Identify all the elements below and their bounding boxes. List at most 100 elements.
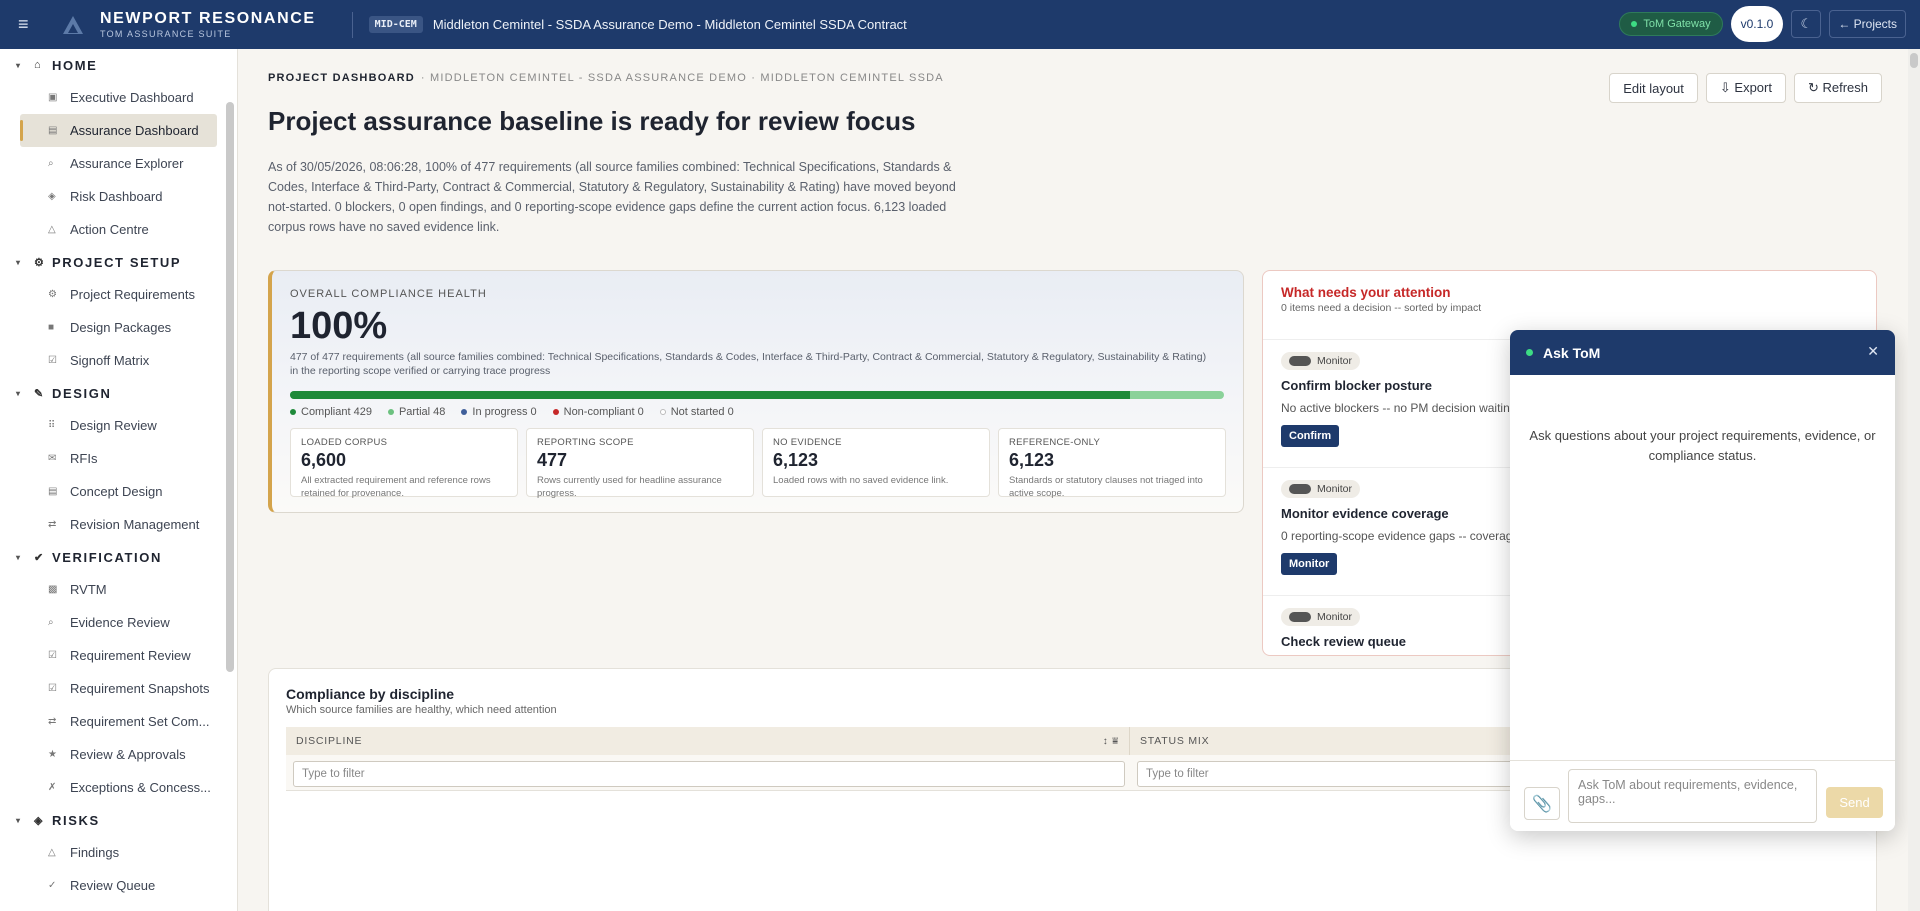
sidebar-item-assurance-dashboard[interactable]: ▤ Assurance Dashboard — [20, 114, 217, 147]
sidebar-item-evidence-review[interactable]: ⌕ Evidence Review — [20, 606, 217, 639]
nav-section-risks[interactable]: ▾ ◈ RISKS — [0, 804, 237, 836]
chat-input[interactable] — [1568, 769, 1817, 823]
sidebar-item-findings[interactable]: △ Findings — [20, 836, 217, 869]
nav-item-icon: ⠿ — [48, 420, 56, 431]
window-scrollbar[interactable] — [1908, 49, 1920, 911]
nav-item-icon: ⇄ — [48, 716, 57, 727]
caret-down-icon: ▾ — [16, 552, 22, 562]
nav-item-icon: ■ — [48, 322, 55, 333]
nav-section-design[interactable]: ▾ ✎ DESIGN — [0, 377, 237, 409]
kpi-card: LOADED CORPUS 6,600 All extracted requirem… — [290, 428, 518, 499]
nav-item-icon: ⌕ — [48, 158, 54, 169]
export-button[interactable]: ⇩ Export — [1705, 73, 1786, 103]
column-filter-input[interactable] — [293, 761, 1125, 787]
gateway-status[interactable]: ToM Gateway — [1619, 12, 1723, 36]
sidebar-item-label: Findings — [70, 845, 120, 860]
brand-logo — [60, 12, 86, 38]
sidebar-scrollbar[interactable] — [226, 102, 234, 672]
caret-down-icon: ▾ — [16, 815, 22, 825]
nav-item-icon: ⌕ — [48, 617, 54, 628]
legend-label: Not started 0 — [670, 406, 734, 418]
kpi-card: REFERENCE-ONLY 6,123 Standards or statutor… — [998, 428, 1226, 499]
sidebar-nav: ▾ ⌂ HOME ▣ Executive Dashboard ▤ Assurance Das… — [0, 49, 237, 902]
nav-section-project-setup[interactable]: ▾ ⚙ PROJECT SETUP — [0, 246, 237, 278]
compliance-progress-fill — [290, 391, 1130, 399]
sidebar-item-requirement-set-com[interactable]: ⇄ Requirement Set Com... — [20, 705, 217, 738]
gateway-label: ToM Gateway — [1643, 18, 1711, 30]
divider — [351, 11, 353, 38]
sidebar-item-label: Action Centre — [70, 222, 149, 237]
sidebar-item-assurance-explorer[interactable]: ⌕ Assurance Explorer — [20, 147, 217, 180]
nav-section-verification[interactable]: ▾ ✔ VERIFICATION — [0, 541, 237, 573]
projects-button[interactable]: ← Projects — [1829, 10, 1906, 38]
sidebar-item-label: Exceptions & Concess... — [70, 780, 211, 795]
nav-section-home[interactable]: ▾ ⌂ HOME — [0, 49, 237, 81]
close-icon[interactable]: ✕ — [1867, 343, 1879, 360]
brand-name: NEWPORT RESONANCE — [100, 9, 316, 27]
sidebar-item-exceptions-concess[interactable]: ✗ Exceptions & Concess... — [20, 771, 217, 804]
attention-action-button[interactable]: Monitor — [1281, 553, 1338, 575]
nav-item-icon: ☑ — [48, 650, 57, 661]
attach-icon[interactable]: 📎 — [1524, 787, 1560, 820]
status-badge: Monitor — [1281, 480, 1361, 498]
nav-item-icon: ★ — [48, 749, 57, 760]
sidebar-item-signoff-matrix[interactable]: ☑ Signoff Matrix — [20, 344, 217, 377]
sidebar-item-risk-dashboard[interactable]: ◈ Risk Dashboard — [20, 180, 217, 213]
legend-dot-icon — [659, 409, 666, 415]
chat-header: Ask ToM ✕ — [1510, 330, 1895, 375]
sidebar-item-label: Concept Design — [70, 484, 163, 499]
column-header-label: DISCIPLINE — [296, 735, 363, 747]
sidebar-item-concept-design[interactable]: ▤ Concept Design — [20, 475, 217, 508]
sidebar: ▾ ⌂ HOME ▣ Executive Dashboard ▤ Assurance Das… — [0, 49, 238, 911]
version-badge[interactable]: v0.1.0 — [1730, 6, 1784, 42]
online-dot-icon — [1526, 349, 1533, 356]
section-label: PROJECT SETUP — [52, 254, 182, 270]
section-label: VERIFICATION — [52, 549, 162, 565]
nav-item-icon: ✗ — [48, 782, 57, 793]
sidebar-item-review-queue[interactable]: ✓ Review Queue — [20, 869, 217, 902]
sidebar-item-review-approvals[interactable]: ★ Review & Approvals — [20, 738, 217, 771]
sidebar-item-project-requirements[interactable]: ⚙ Project Requirements — [20, 278, 217, 311]
ask-tom-panel: Ask ToM ✕ Ask questions about your proje… — [1510, 330, 1895, 831]
sidebar-item-label: Risk Dashboard — [70, 189, 163, 204]
legend-item: Partial 48 — [387, 406, 445, 418]
sidebar-item-label: Assurance Explorer — [70, 156, 184, 171]
sidebar-item-rvtm[interactable]: ▩ RVTM — [20, 573, 217, 606]
caret-down-icon: ▾ — [16, 257, 22, 267]
badge-label: Monitor — [1317, 611, 1353, 623]
sort-filter-icon[interactable]: ↕ ⩸ — [1103, 736, 1119, 747]
nav-item-icon: ☑ — [48, 683, 57, 694]
legend-dot-icon — [290, 409, 296, 415]
sidebar-item-label: Requirement Set Com... — [70, 714, 210, 729]
section-label: RISKS — [52, 812, 100, 828]
sidebar-item-label: Signoff Matrix — [70, 353, 150, 368]
attention-action-button[interactable]: Confirm — [1281, 425, 1340, 447]
refresh-button[interactable]: ↻ Refresh — [1793, 73, 1882, 103]
breadcrumb-rest: · MIDDLETON CEMINTEL - SSDA ASSURANCE DE… — [420, 72, 944, 84]
sidebar-item-revision-management[interactable]: ⇄ Revision Management — [20, 508, 217, 541]
sidebar-item-design-review[interactable]: ⠿ Design Review — [20, 409, 217, 442]
sidebar-item-executive-dashboard[interactable]: ▣ Executive Dashboard — [20, 81, 217, 114]
menu-icon[interactable]: ≡ — [18, 14, 52, 35]
sidebar-item-rfis[interactable]: ✉ RFIs — [20, 442, 217, 475]
sidebar-item-label: Assurance Dashboard — [70, 123, 199, 138]
sidebar-item-action-centre[interactable]: △ Action Centre — [20, 213, 217, 246]
sidebar-item-requirement-snapshots[interactable]: ☑ Requirement Snapshots — [20, 672, 217, 705]
sidebar-item-requirement-review[interactable]: ☑ Requirement Review — [20, 639, 217, 672]
send-button[interactable]: Send — [1826, 787, 1883, 818]
sidebar-item-label: Project Requirements — [70, 287, 195, 302]
nav-item-icon: ☑ — [48, 355, 57, 366]
breadcrumb-main: PROJECT DASHBOARD — [268, 72, 415, 84]
legend-label: Non-compliant 0 — [563, 406, 644, 418]
toggle-icon — [1289, 612, 1311, 622]
kpi-label: NO EVIDENCE — [773, 437, 842, 448]
kpi-value: 6,600 — [301, 450, 347, 470]
column-header[interactable]: DISCIPLINE ↕ ⩸ — [286, 727, 1130, 755]
edit-layout-button[interactable]: Edit layout — [1609, 73, 1698, 103]
status-badge: Monitor — [1281, 352, 1361, 370]
sidebar-item-label: RFIs — [70, 451, 98, 466]
sidebar-item-label: Executive Dashboard — [70, 90, 194, 105]
sidebar-item-design-packages[interactable]: ■ Design Packages — [20, 311, 217, 344]
attention-title: What needs your attention — [1281, 285, 1451, 300]
theme-toggle-button[interactable]: ☾ — [1791, 10, 1822, 38]
